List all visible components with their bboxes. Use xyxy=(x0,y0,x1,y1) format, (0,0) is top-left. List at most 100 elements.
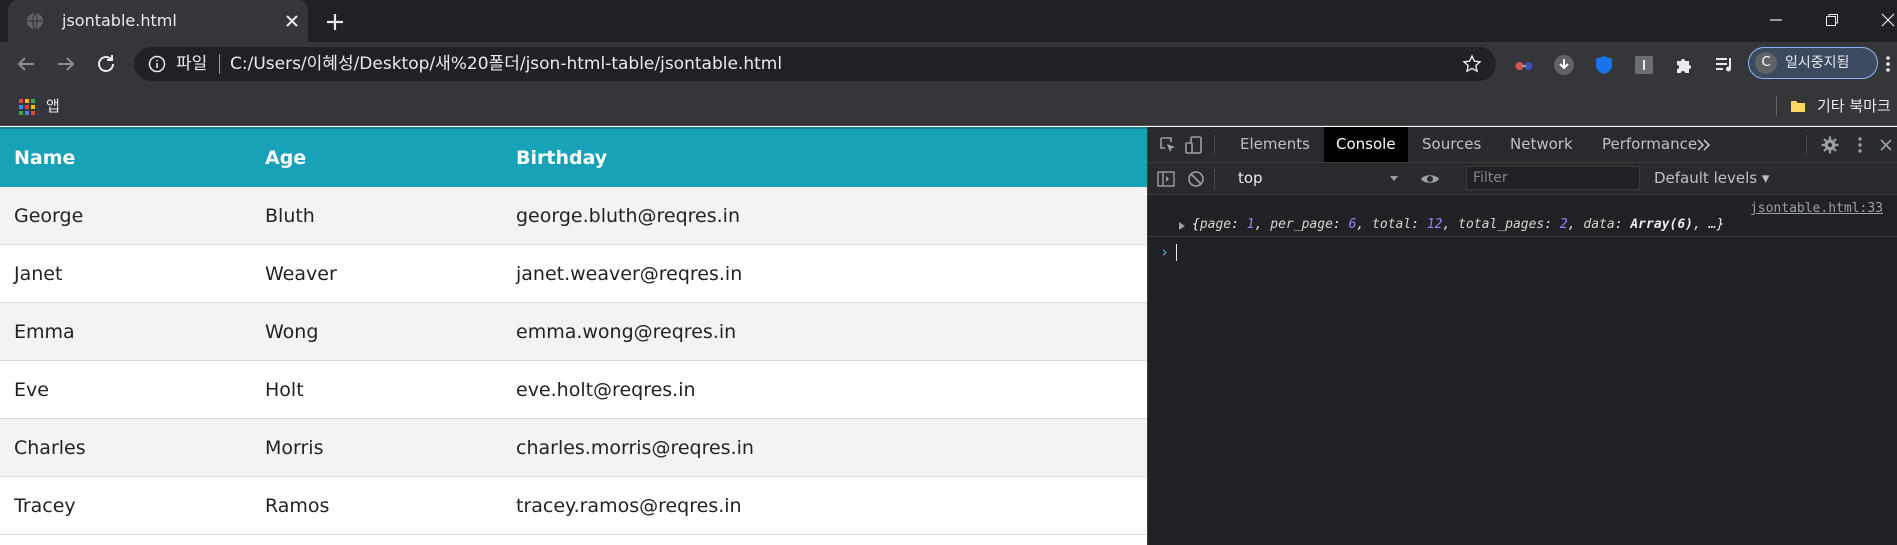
page-content: Name Age Birthday George Bluth george.bl… xyxy=(0,127,1147,545)
shield-icon[interactable] xyxy=(1593,54,1615,76)
profile-status: 일시중지됨 xyxy=(1785,55,1850,71)
other-bookmarks-link[interactable]: 기타 북마크 xyxy=(1817,86,1891,126)
log-value: 2 xyxy=(1559,217,1568,232)
devtools-divider xyxy=(1214,135,1215,155)
console-toolbar: top Filter Default levels ▾ xyxy=(1148,163,1897,195)
reload-icon[interactable] xyxy=(92,50,120,78)
log-value: 1 xyxy=(1246,217,1255,232)
tab-network[interactable]: Network xyxy=(1498,127,1585,162)
forward-arrow-icon[interactable] xyxy=(52,50,80,78)
url-text[interactable]: C:/Users/이혜성/Desktop/새%20폴더/json-html-ta… xyxy=(230,47,782,81)
tab-sources[interactable]: Sources xyxy=(1410,127,1493,162)
cell-age: Holt xyxy=(265,379,304,401)
log-value: Array(6) xyxy=(1630,217,1693,232)
back-arrow-icon[interactable] xyxy=(12,50,40,78)
cell-birthday: janet.weaver@reqres.in xyxy=(516,263,743,285)
chevron-down-icon[interactable] xyxy=(1389,175,1399,183)
tab-jsontable[interactable]: jsontable.html xyxy=(8,0,308,42)
apps-link[interactable]: 앱 xyxy=(46,86,60,126)
cell-age: Ramos xyxy=(265,495,330,517)
log-value: 12 xyxy=(1426,217,1443,232)
extension-square-icon[interactable] xyxy=(1633,54,1655,76)
tab-elements[interactable]: Elements xyxy=(1228,127,1322,162)
device-toolbar-icon[interactable] xyxy=(1184,135,1204,155)
console-prompt-icon: › xyxy=(1160,243,1170,261)
cell-age: Bluth xyxy=(265,205,315,227)
inspect-element-icon[interactable] xyxy=(1158,135,1178,155)
context-selector[interactable]: top xyxy=(1238,163,1263,194)
cell-age: Morris xyxy=(265,437,324,459)
log-ellipsis: … xyxy=(1708,217,1717,232)
cell-birthday: tracey.ramos@reqres.in xyxy=(516,495,742,517)
table-row: Tracey Ramos tracey.ramos@reqres.in xyxy=(0,477,1147,535)
info-icon[interactable] xyxy=(148,55,166,73)
more-vert-icon[interactable] xyxy=(1850,135,1870,155)
log-key: data xyxy=(1583,217,1615,232)
browser-window: jsontable.html 파일 C:/Users/이혜성/Desktop/새… xyxy=(0,0,1897,545)
console-log-entry[interactable]: {page: 1, per_page: 6, total: 12, total_… xyxy=(1148,215,1897,237)
restore-button[interactable] xyxy=(1804,0,1860,42)
globe-icon xyxy=(27,12,43,30)
table-header: Name Age Birthday xyxy=(0,127,1147,187)
gear-icon[interactable] xyxy=(1820,135,1840,155)
tab-performance[interactable]: Performance xyxy=(1590,127,1709,162)
cell-age: Wong xyxy=(265,321,319,343)
close-icon[interactable] xyxy=(1876,135,1896,155)
toolbar: 파일 C:/Users/이혜성/Desktop/새%20폴더/json-html… xyxy=(0,42,1897,86)
column-header-age: Age xyxy=(265,147,307,169)
log-object-preview: {page: 1, per_page: 6, total: 12, total_… xyxy=(1192,217,1725,232)
close-icon[interactable] xyxy=(280,9,304,33)
eye-icon[interactable] xyxy=(1420,169,1440,189)
profile-button[interactable]: C 일시중지됨 xyxy=(1748,47,1878,79)
cell-birthday: charles.morris@reqres.in xyxy=(516,437,754,459)
minimize-icon xyxy=(1770,19,1782,21)
tab-title: jsontable.html xyxy=(62,11,177,30)
media-queue-icon[interactable] xyxy=(1713,54,1735,76)
expand-triangle-icon[interactable] xyxy=(1178,221,1186,231)
star-icon[interactable] xyxy=(1462,54,1482,74)
cell-birthday: george.bluth@reqres.in xyxy=(516,205,741,227)
close-window-button[interactable] xyxy=(1860,0,1897,42)
more-tabs-icon[interactable] xyxy=(1694,135,1714,155)
clear-console-icon[interactable] xyxy=(1186,169,1206,189)
devtools-panel: Elements Console Sources Network Perform… xyxy=(1147,127,1897,545)
log-key: per_page xyxy=(1270,217,1333,232)
log-key: total_pages xyxy=(1458,217,1545,232)
filter-input[interactable]: Filter xyxy=(1466,166,1640,190)
cell-name: Emma xyxy=(14,321,75,343)
chevron-down-icon: ▾ xyxy=(1761,169,1770,187)
cell-age: Weaver xyxy=(265,263,337,285)
sidebar-toggle-icon[interactable] xyxy=(1156,169,1176,189)
table-row: Eve Holt eve.holt@reqres.in xyxy=(0,361,1147,419)
extension-glasses-icon[interactable] xyxy=(1513,54,1535,76)
address-divider xyxy=(219,54,220,74)
log-levels-selector[interactable]: Default levels ▾ xyxy=(1654,163,1769,194)
table-row: Janet Weaver janet.weaver@reqres.in xyxy=(0,245,1147,303)
tab-strip: jsontable.html xyxy=(0,0,1897,42)
puzzle-icon[interactable] xyxy=(1673,54,1695,76)
bookmarks-divider xyxy=(1776,96,1777,116)
folder-icon[interactable] xyxy=(1790,98,1806,114)
cell-name: Eve xyxy=(14,379,49,401)
table-row: Charles Morris charles.morris@reqres.in xyxy=(0,419,1147,477)
table-row: Emma Wong emma.wong@reqres.in xyxy=(0,303,1147,361)
cell-name: George xyxy=(14,205,84,227)
cell-birthday: emma.wong@reqres.in xyxy=(516,321,737,343)
cell-birthday: eve.holt@reqres.in xyxy=(516,379,696,401)
bookmarks-bar: 앱 기타 북마크 xyxy=(0,86,1897,126)
download-icon[interactable] xyxy=(1553,54,1575,76)
address-bar[interactable]: 파일 C:/Users/이혜성/Desktop/새%20폴더/json-html… xyxy=(134,47,1496,81)
plus-icon[interactable] xyxy=(322,9,348,35)
minimize-button[interactable] xyxy=(1748,0,1804,42)
devtools-tab-bar: Elements Console Sources Network Perform… xyxy=(1148,127,1897,163)
console-input[interactable] xyxy=(1176,244,1177,261)
tab-console[interactable]: Console xyxy=(1324,127,1408,162)
column-header-name: Name xyxy=(14,147,76,169)
devtools-divider xyxy=(1806,135,1807,155)
cell-name: Charles xyxy=(14,437,86,459)
apps-grid-icon[interactable] xyxy=(18,98,36,116)
log-source-link[interactable]: jsontable.html:33 xyxy=(1750,201,1883,216)
cell-name: Janet xyxy=(14,263,63,285)
cell-name: Tracey xyxy=(14,495,76,517)
more-vert-icon[interactable] xyxy=(1884,54,1892,74)
